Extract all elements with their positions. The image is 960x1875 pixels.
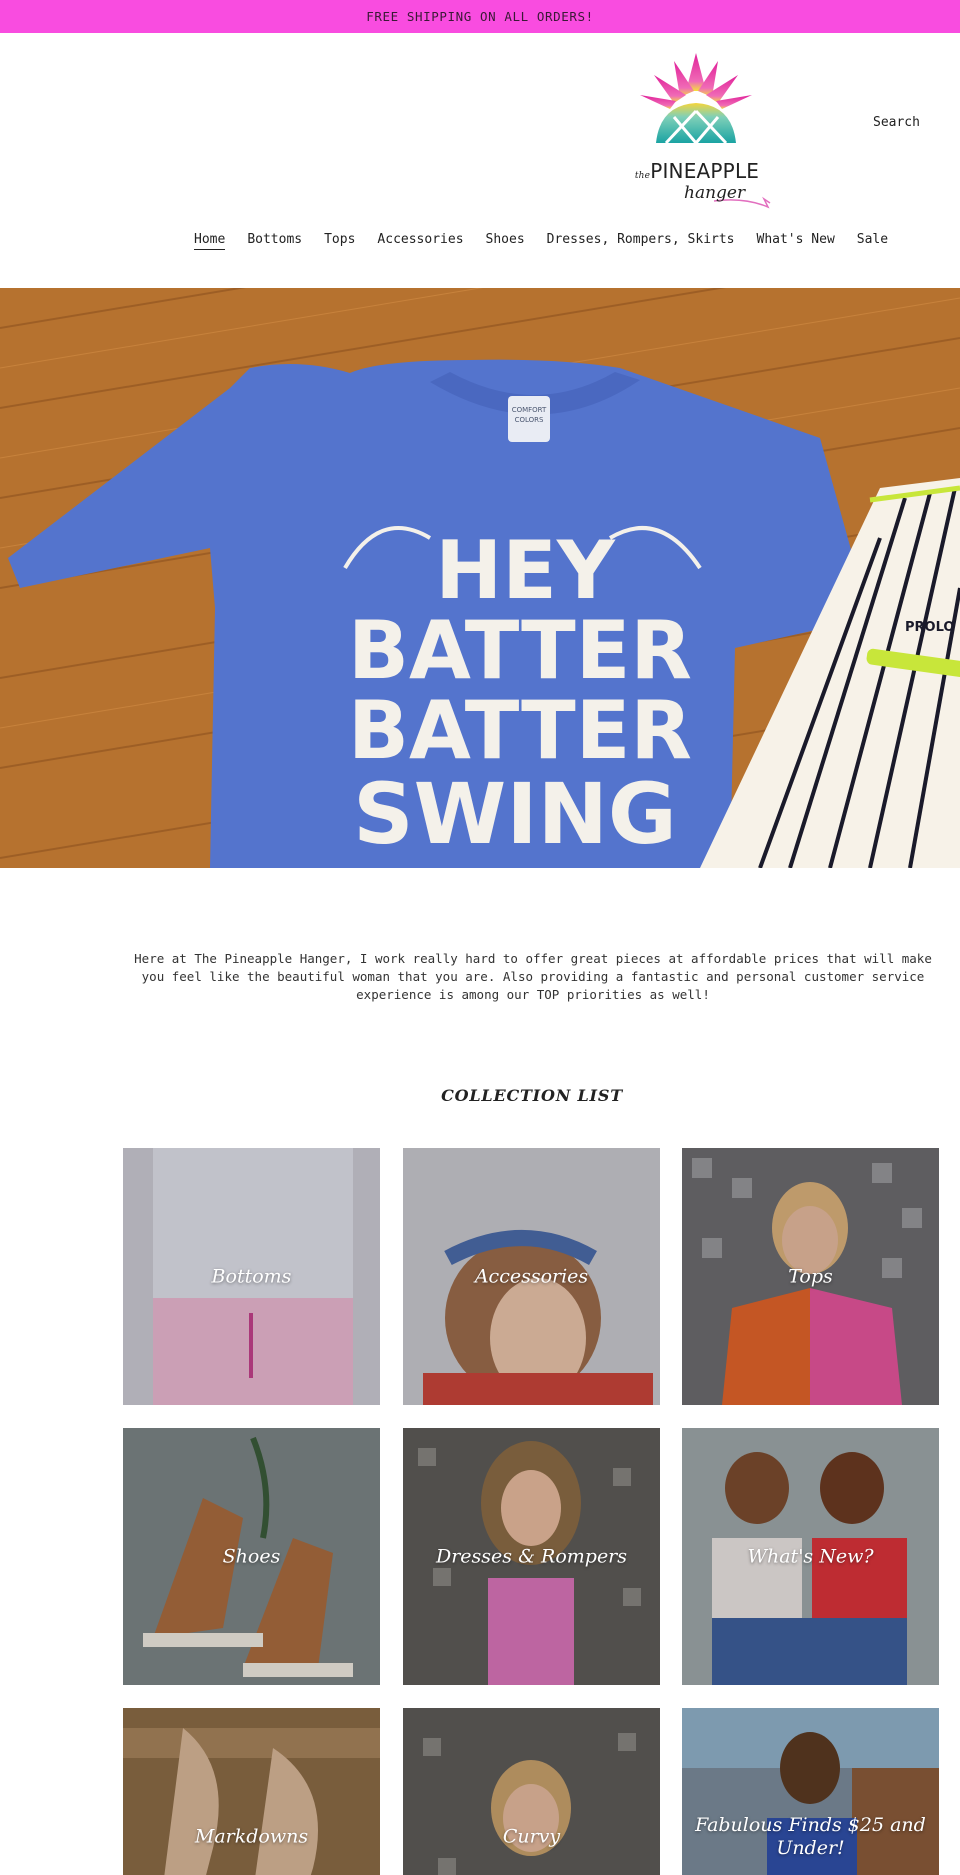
search-link[interactable]: Search xyxy=(873,115,920,130)
collection-label: What's New? xyxy=(747,1545,874,1567)
logo-script-text: hanger xyxy=(684,183,746,203)
logo-wordmark: thePINEAPPLE xyxy=(614,159,780,183)
collection-tile-shoes[interactable]: Shoes xyxy=(123,1428,380,1685)
collection-label: Bottoms xyxy=(211,1265,292,1287)
collection-label: Fabulous Finds $25 and Under! xyxy=(695,1813,926,1859)
nav-label: Tops xyxy=(324,232,356,247)
site-header: thePINEAPPLE hanger Search Home Bottoms … xyxy=(0,33,960,288)
collection-tile-fabulous-finds[interactable]: Fabulous Finds $25 and Under! xyxy=(682,1708,939,1875)
store-logo[interactable]: thePINEAPPLE hanger xyxy=(614,51,780,211)
nav-item-sale[interactable]: Sale xyxy=(846,232,899,247)
announcement-bar: FREE SHIPPING ON ALL ORDERS! xyxy=(0,0,960,33)
nav-item-bottoms[interactable]: Bottoms xyxy=(236,232,313,247)
shirt-tag-text-1: COMFORT xyxy=(512,406,547,414)
collection-tile-bottoms[interactable]: Bottoms xyxy=(123,1148,380,1405)
collection-label: Tops xyxy=(788,1265,833,1287)
nav-label: Dresses, Rompers, Skirts xyxy=(546,232,735,247)
collection-label: Accessories xyxy=(474,1265,589,1287)
nav-label: What's New xyxy=(756,232,835,247)
nav-item-home[interactable]: Home xyxy=(183,232,236,250)
nav-item-accessories[interactable]: Accessories xyxy=(366,232,474,247)
collection-label: Curvy xyxy=(502,1825,561,1847)
pants-brand-text: PROLO xyxy=(905,620,954,635)
collection-label: Markdowns xyxy=(194,1825,309,1847)
announcement-text: FREE SHIPPING ON ALL ORDERS! xyxy=(366,9,594,24)
collection-label: Shoes xyxy=(222,1545,281,1567)
collection-list-title: COLLECTION LIST xyxy=(441,1086,623,1105)
hero-banner[interactable]: COMFORT COLORS HEY BATTER BATTER SWING P… xyxy=(0,288,960,868)
collection-tile-dresses[interactable]: Dresses & Rompers xyxy=(403,1428,660,1685)
collection-tile-whats-new[interactable]: What's New? xyxy=(682,1428,939,1685)
nav-label: Home xyxy=(194,232,226,250)
collection-tile-accessories[interactable]: Accessories xyxy=(403,1148,660,1405)
shirt-text-swing: SWING xyxy=(353,765,677,863)
nav-item-shoes[interactable]: Shoes xyxy=(475,232,536,247)
nav-item-dresses[interactable]: Dresses, Rompers, Skirts xyxy=(536,232,746,247)
main-navigation: Home Bottoms Tops Accessories Shoes Dres… xyxy=(183,232,899,250)
nav-item-whats-new[interactable]: What's New xyxy=(746,232,846,247)
shirt-text-batter-2: BATTER xyxy=(348,684,692,777)
nav-label: Bottoms xyxy=(247,232,303,247)
hero-image: COMFORT COLORS HEY BATTER BATTER SWING P… xyxy=(0,288,960,868)
collection-tile-markdowns[interactable]: Markdowns xyxy=(123,1708,380,1875)
collection-tile-tops[interactable]: Tops xyxy=(682,1148,939,1405)
logo-main-text: PINEAPPLE xyxy=(650,159,760,183)
nav-label: Accessories xyxy=(377,232,464,247)
collection-image-curvy xyxy=(403,1708,660,1875)
logo-the-text: the xyxy=(634,171,651,181)
nav-item-tops[interactable]: Tops xyxy=(313,232,366,247)
shirt-tag-text-2: COLORS xyxy=(515,416,544,424)
collection-image-markdowns xyxy=(123,1708,380,1875)
nav-label: Sale xyxy=(856,232,889,247)
nav-label: Shoes xyxy=(485,232,525,247)
intro-paragraph: Here at The Pineapple Hanger, I work rea… xyxy=(134,951,932,1002)
collection-label: Dresses & Rompers xyxy=(435,1545,628,1567)
collection-tile-curvy[interactable]: Curvy xyxy=(403,1708,660,1875)
